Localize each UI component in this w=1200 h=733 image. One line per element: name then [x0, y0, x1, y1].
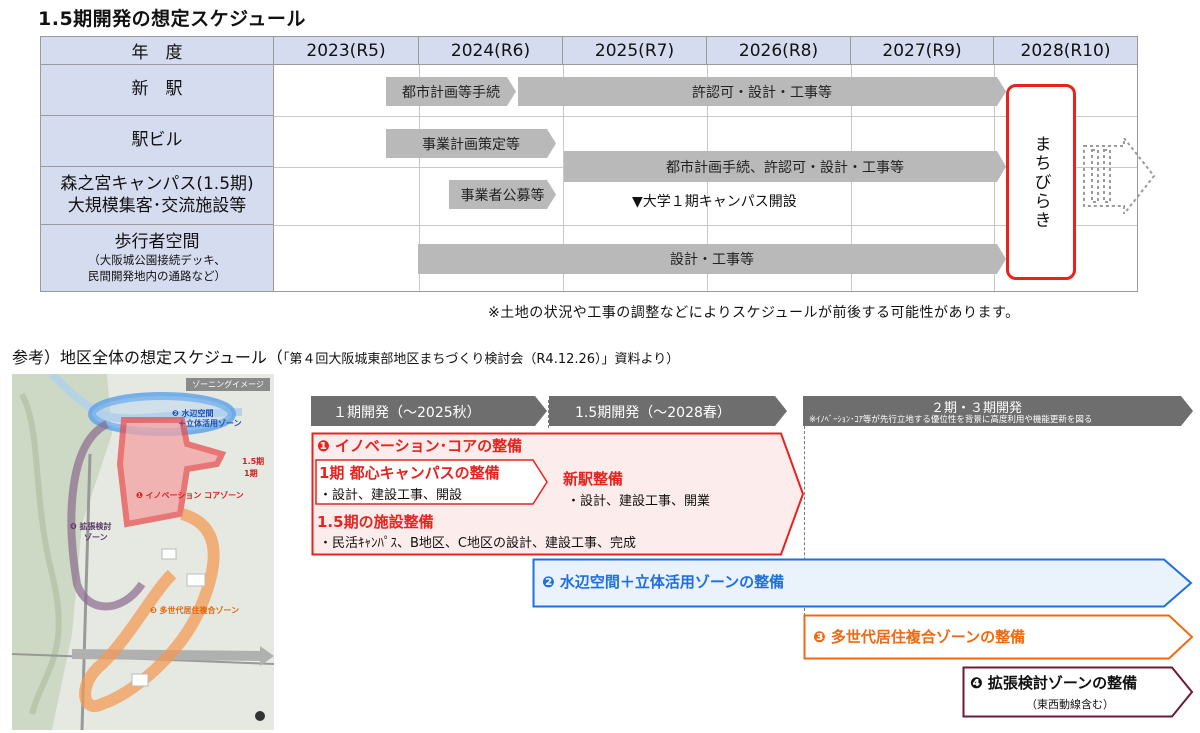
map-label-phase: 1期 — [244, 469, 258, 478]
reference-title: 参考）地区全体の想定スケジュール（「第４回大阪城東部地区まちづくり検討会（R4.… — [12, 344, 679, 368]
zone1-phase1-title: 1期 都心キャンパスの整備 — [319, 464, 500, 482]
page-title: 1.5期開発の想定スケジュール — [38, 8, 306, 30]
map-label-zone4: ❹ 拡張検討 — [70, 522, 112, 531]
zone2-label: ❷ 水辺空間＋立体活用ゾーンの整備 — [542, 573, 785, 591]
zone1-station-detail: ・設計、建設工事、開業 — [567, 494, 711, 509]
phase-divider — [548, 400, 549, 428]
schedule-note: ※土地の状況や工事の調整などによりスケジュールが前後する可能性があります。 — [488, 305, 1020, 321]
zone1-innovation-core: ❶ イノベーション･コアの整備 1期 都心キャンパスの整備 ・設計、建設工事、開… — [311, 432, 805, 556]
map-label-zone3: ❸ 多世代居住複合ゾーン — [150, 606, 240, 615]
phase-label: １期開発（～2025秋） — [333, 405, 481, 421]
row-label-subtext: 民間開発地内の通路など） — [88, 268, 226, 283]
phase-note: ※ｲﾉﾍﾞｰｼｮﾝ･ｺｱ等が先行立地する優位性を背景に高度利用や機能更新を図る — [809, 415, 1093, 425]
row-label-text: 新 駅 — [131, 79, 183, 100]
zone1-phase1-detail: ・設計、建設工事、開設 — [319, 488, 463, 503]
reference-title-source: 「第４回大阪城東部地区まちづくり検討会（R4.12.26）」資料より） — [282, 352, 680, 367]
row-label-subtext: （大阪城公園接続デッキ、 — [88, 253, 226, 268]
zone4-label: ❹ 拡張検討ゾーンの整備 — [970, 674, 1138, 692]
dotted-arrow-icon — [1083, 138, 1156, 214]
row-label-text: 大規模集客･交流施設等 — [67, 195, 247, 216]
header-year-label: 年 度 — [41, 37, 274, 65]
phase-label: 1.5期開発（～2028春） — [575, 405, 731, 421]
zoning-map: ゾーニングイメージ ❷ 水辺空間 ＋立体活用ゾーン 1.5期 1期 ❶ イノベー… — [12, 374, 274, 730]
bar-urban-planning: 都市計画等手続 — [386, 77, 516, 106]
header-year-2028: 2028(R10) — [994, 37, 1137, 65]
town-opening-label: まちびらき — [1030, 134, 1051, 230]
header-year-2025: 2025(R7) — [563, 37, 707, 65]
milestone-campus-opening: ▼大学１期キャンパス開設 — [632, 194, 797, 210]
header-year-2026: 2026(R8) — [707, 37, 851, 65]
phase-bar-1: １期開発（～2025秋） — [311, 396, 547, 426]
bar-business-planning: 事業計画策定等 — [386, 129, 556, 158]
zone1-station-title: 新駅整備 — [563, 470, 624, 488]
phase-bar-2-3: ２期・３期開発 ※ｲﾉﾍﾞｰｼｮﾝ･ｺｱ等が先行立地する優位性を背景に高度利用や… — [803, 396, 1193, 426]
map-label-zone1: ❶ イノベーション コアゾーン — [136, 491, 244, 500]
header-year-2024: 2024(R6) — [419, 37, 563, 65]
zone1-phase15-title: 1.5期の施設整備 — [317, 513, 434, 531]
zone2-waterfront: ❷ 水辺空間＋立体活用ゾーンの整備 — [532, 558, 1194, 608]
map-label-phase: 1.5期 — [242, 457, 265, 466]
town-opening-box: まちびらき — [1006, 84, 1076, 280]
zone3-multigeneration: ❸ 多世代居住複合ゾーンの整備 — [803, 614, 1194, 660]
zone4-sublabel: （東西動線含む） — [1026, 698, 1114, 711]
bar-permits-design-construction: 許認可・設計・工事等 — [518, 77, 1006, 106]
bar-operator-recruitment: 事業者公募等 — [449, 180, 556, 209]
header-year-2023: 2023(R5) — [274, 37, 419, 65]
row-label-new-station: 新 駅 — [41, 65, 274, 116]
row-label-text: 駅ビル — [131, 130, 183, 151]
phase-bar-1-5: 1.5期開発（～2028春） — [549, 396, 787, 426]
map-label-zone2: ＋立体活用ゾーン — [178, 419, 242, 428]
row-label-station-building: 駅ビル — [41, 116, 274, 167]
reference-title-main: 参考）地区全体の想定スケジュール（ — [12, 348, 283, 367]
header-year-2027: 2027(R9) — [851, 37, 994, 65]
zone4-expansion: ❹ 拡張検討ゾーンの整備 （東西動線含む） — [962, 666, 1194, 718]
row-label-text: 歩行者空間 — [114, 231, 200, 252]
map-title: ゾーニングイメージ — [186, 378, 270, 391]
row-label-text: 森之宮キャンパス(1.5期) — [60, 174, 254, 195]
bar-urban-planning-permits: 都市計画手続、許認可・設計・工事等 — [564, 151, 1006, 182]
map-label-zone4: ゾーン — [84, 533, 108, 542]
bar-design-construction: 設計・工事等 — [418, 244, 1006, 274]
zone1-phase15-detail: ・民活ｷｬﾝﾊﾟｽ、B地区、C地区の設計、建設工事、完成 — [319, 536, 636, 551]
zone1-title: ❶ イノベーション･コアの整備 — [317, 437, 523, 455]
zone3-label: ❸ 多世代居住複合ゾーンの整備 — [813, 628, 1026, 646]
row-label-campus: 森之宮キャンパス(1.5期) 大規模集客･交流施設等 — [41, 167, 274, 225]
row-label-pedestrian: 歩行者空間 （大阪城公園接続デッキ、 民間開発地内の通路など） — [41, 225, 274, 291]
